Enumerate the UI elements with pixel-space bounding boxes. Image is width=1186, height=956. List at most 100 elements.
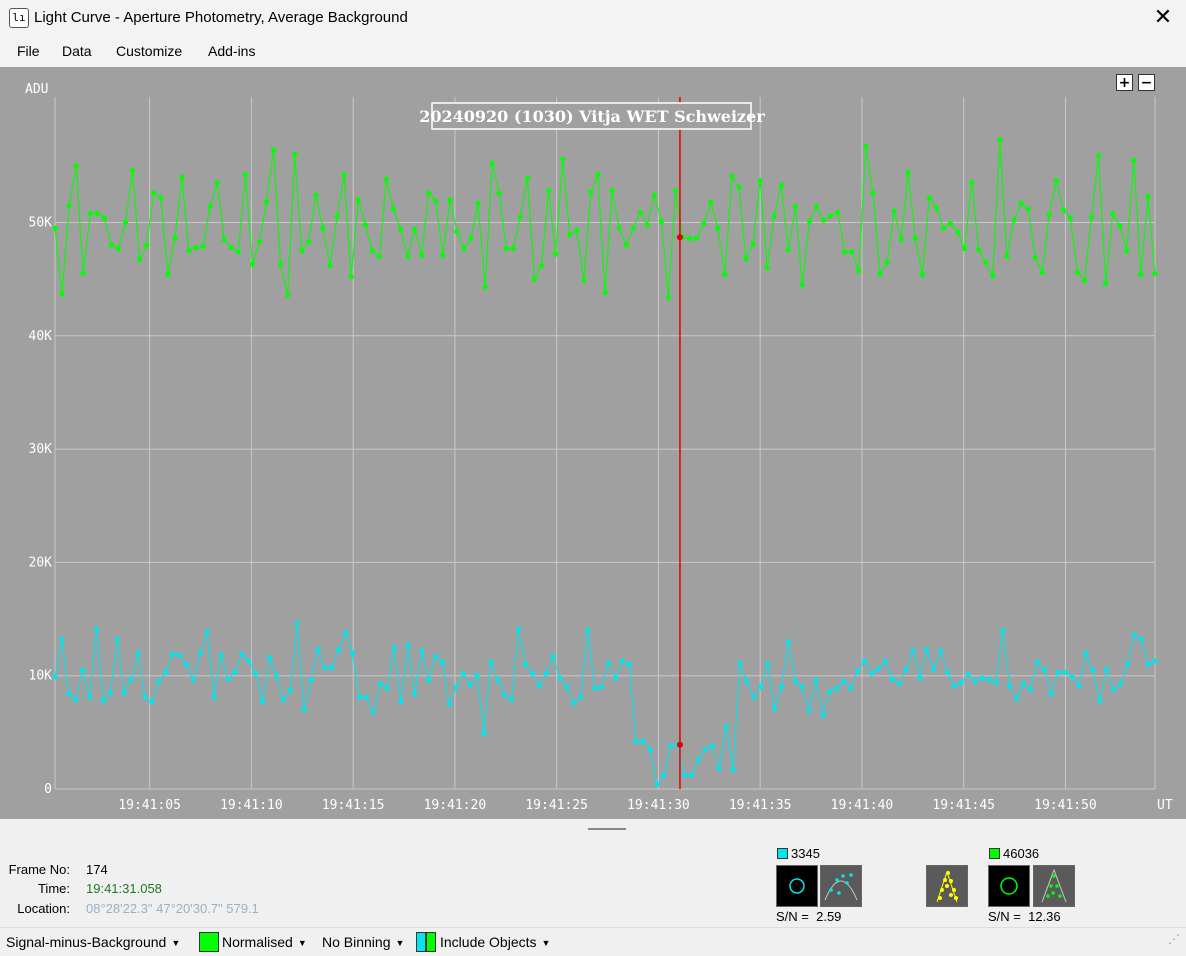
data-point-3345 <box>903 667 909 673</box>
data-point-46036 <box>898 236 904 243</box>
x-axis-unit: UT <box>1157 798 1173 813</box>
x-tick-label: 19:41:20 <box>424 798 487 813</box>
data-point-3345 <box>405 642 411 648</box>
include-color-swatch-green[interactable] <box>426 932 436 952</box>
data-point-46036 <box>327 263 333 269</box>
data-point-46036 <box>567 232 573 238</box>
data-point-46036 <box>743 256 749 262</box>
data-point-46036 <box>771 213 777 219</box>
data-point-3345 <box>730 767 736 773</box>
data-point-46036 <box>1039 269 1045 275</box>
data-point-3345 <box>232 669 238 675</box>
data-point-3345 <box>820 712 826 719</box>
data-point-46036 <box>856 268 862 274</box>
aperture-ring-icon[interactable] <box>988 865 1030 907</box>
data-point-46036 <box>870 190 876 196</box>
object-46036-sn: S/N = 12.36 <box>988 909 1061 924</box>
data-point-46036 <box>482 284 488 290</box>
menu-data[interactable]: Data <box>62 43 92 59</box>
data-point-46036 <box>538 263 545 269</box>
data-point-46036 <box>919 272 925 278</box>
chevron-down-icon: ▼ <box>541 938 551 948</box>
data-point-46036 <box>285 292 291 298</box>
data-point-3345 <box>1117 681 1123 687</box>
data-point-46036 <box>426 190 432 196</box>
data-point-3345 <box>529 670 536 677</box>
data-point-46036 <box>475 200 481 206</box>
binning-dropdown[interactable]: No Binning ▼ <box>322 934 404 950</box>
data-point-46036 <box>546 188 552 194</box>
data-point-46036 <box>383 176 389 182</box>
data-point-3345 <box>557 675 563 681</box>
y-axis-unit: ADU <box>25 82 48 97</box>
data-point-3345 <box>1014 695 1020 702</box>
data-point-46036 <box>524 175 531 181</box>
data-point-3345 <box>688 772 695 779</box>
psf-fit-icon[interactable] <box>1033 865 1075 907</box>
data-point-3345 <box>896 681 902 687</box>
menu-file[interactable]: File <box>17 43 40 59</box>
aperture-ring-icon[interactable] <box>776 865 818 907</box>
data-point-3345 <box>190 677 196 683</box>
data-point-46036 <box>1081 277 1088 283</box>
data-point-46036 <box>1053 178 1059 184</box>
chevron-down-icon: ▼ <box>171 938 181 948</box>
close-button[interactable]: ✕ <box>1140 0 1186 36</box>
data-point-3345 <box>1124 661 1130 668</box>
location-label: Location: <box>17 901 70 916</box>
data-point-46036 <box>997 137 1003 143</box>
frame-value: 174 <box>86 862 108 877</box>
time-label: Time: <box>37 881 70 896</box>
data-point-3345 <box>93 626 100 632</box>
resize-grip-icon[interactable]: ⋰ <box>1168 932 1180 946</box>
zoom-out-button[interactable]: − <box>1138 74 1155 91</box>
data-point-3345 <box>474 673 480 679</box>
light-curve-plot[interactable]: 0 10K 20K 30K 40K 50K 19:41:05 19:41:10 19:41:15… <box>0 67 1186 819</box>
data-point-46036 <box>101 215 107 221</box>
data-point-3345 <box>329 665 335 671</box>
y-tick-label: 50K <box>29 216 53 231</box>
normalise-dropdown[interactable]: Normalised ▼ <box>222 934 307 950</box>
data-point-46036 <box>249 261 255 267</box>
data-point-46036 <box>799 282 806 288</box>
data-point-3345 <box>488 659 494 665</box>
data-point-46036 <box>1138 272 1144 278</box>
object-46036-swatch <box>989 848 1000 859</box>
data-point-46036 <box>933 205 940 211</box>
object-3345-swatch <box>777 848 788 859</box>
data-point-46036 <box>560 156 566 162</box>
ensemble-psf-icon[interactable] <box>926 865 968 907</box>
menu-add-ins[interactable]: Add-ins <box>208 43 255 59</box>
info-panel: Frame No: 174 Time: 19:41:31.058 Locatio… <box>0 819 1186 927</box>
data-point-46036 <box>912 235 918 241</box>
data-point-3345 <box>377 681 383 687</box>
data-point-3345 <box>848 685 854 691</box>
data-point-3345 <box>633 738 639 745</box>
zoom-in-button[interactable]: + <box>1116 74 1133 91</box>
include-objects-dropdown[interactable]: Include Objects ▼ <box>440 934 550 950</box>
light-curve-chart[interactable]: 0 10K 20K 30K 40K 50K 19:41:05 19:41:10 19:41:15… <box>0 67 1186 819</box>
signal-mode-dropdown[interactable]: Signal-minus-Background ▼ <box>6 934 180 950</box>
data-point-3345 <box>668 743 674 749</box>
psf-fit-icon[interactable] <box>820 865 862 907</box>
menu-customize[interactable]: Customize <box>116 43 182 59</box>
data-point-3345 <box>384 685 390 691</box>
data-point-46036 <box>701 221 707 227</box>
data-point-3345 <box>343 630 349 636</box>
splitter-grip[interactable] <box>588 828 626 830</box>
data-point-3345 <box>827 689 833 695</box>
include-color-swatch-cyan[interactable] <box>416 932 426 952</box>
data-point-3345 <box>1097 698 1103 704</box>
data-point-3345 <box>426 677 432 683</box>
data-point-46036 <box>214 180 220 186</box>
data-point-3345 <box>398 699 404 705</box>
y-tick-label: 40K <box>29 329 53 344</box>
data-point-46036 <box>778 182 784 188</box>
data-point-46036 <box>877 270 883 277</box>
data-point-3345 <box>571 700 577 706</box>
data-point-3345 <box>1090 667 1096 673</box>
menu-bar: File Data Customize Add-ins <box>0 36 1186 67</box>
data-point-46036 <box>419 252 425 258</box>
normalised-color-swatch[interactable] <box>199 932 219 952</box>
y-tick-label: 30K <box>29 442 53 457</box>
